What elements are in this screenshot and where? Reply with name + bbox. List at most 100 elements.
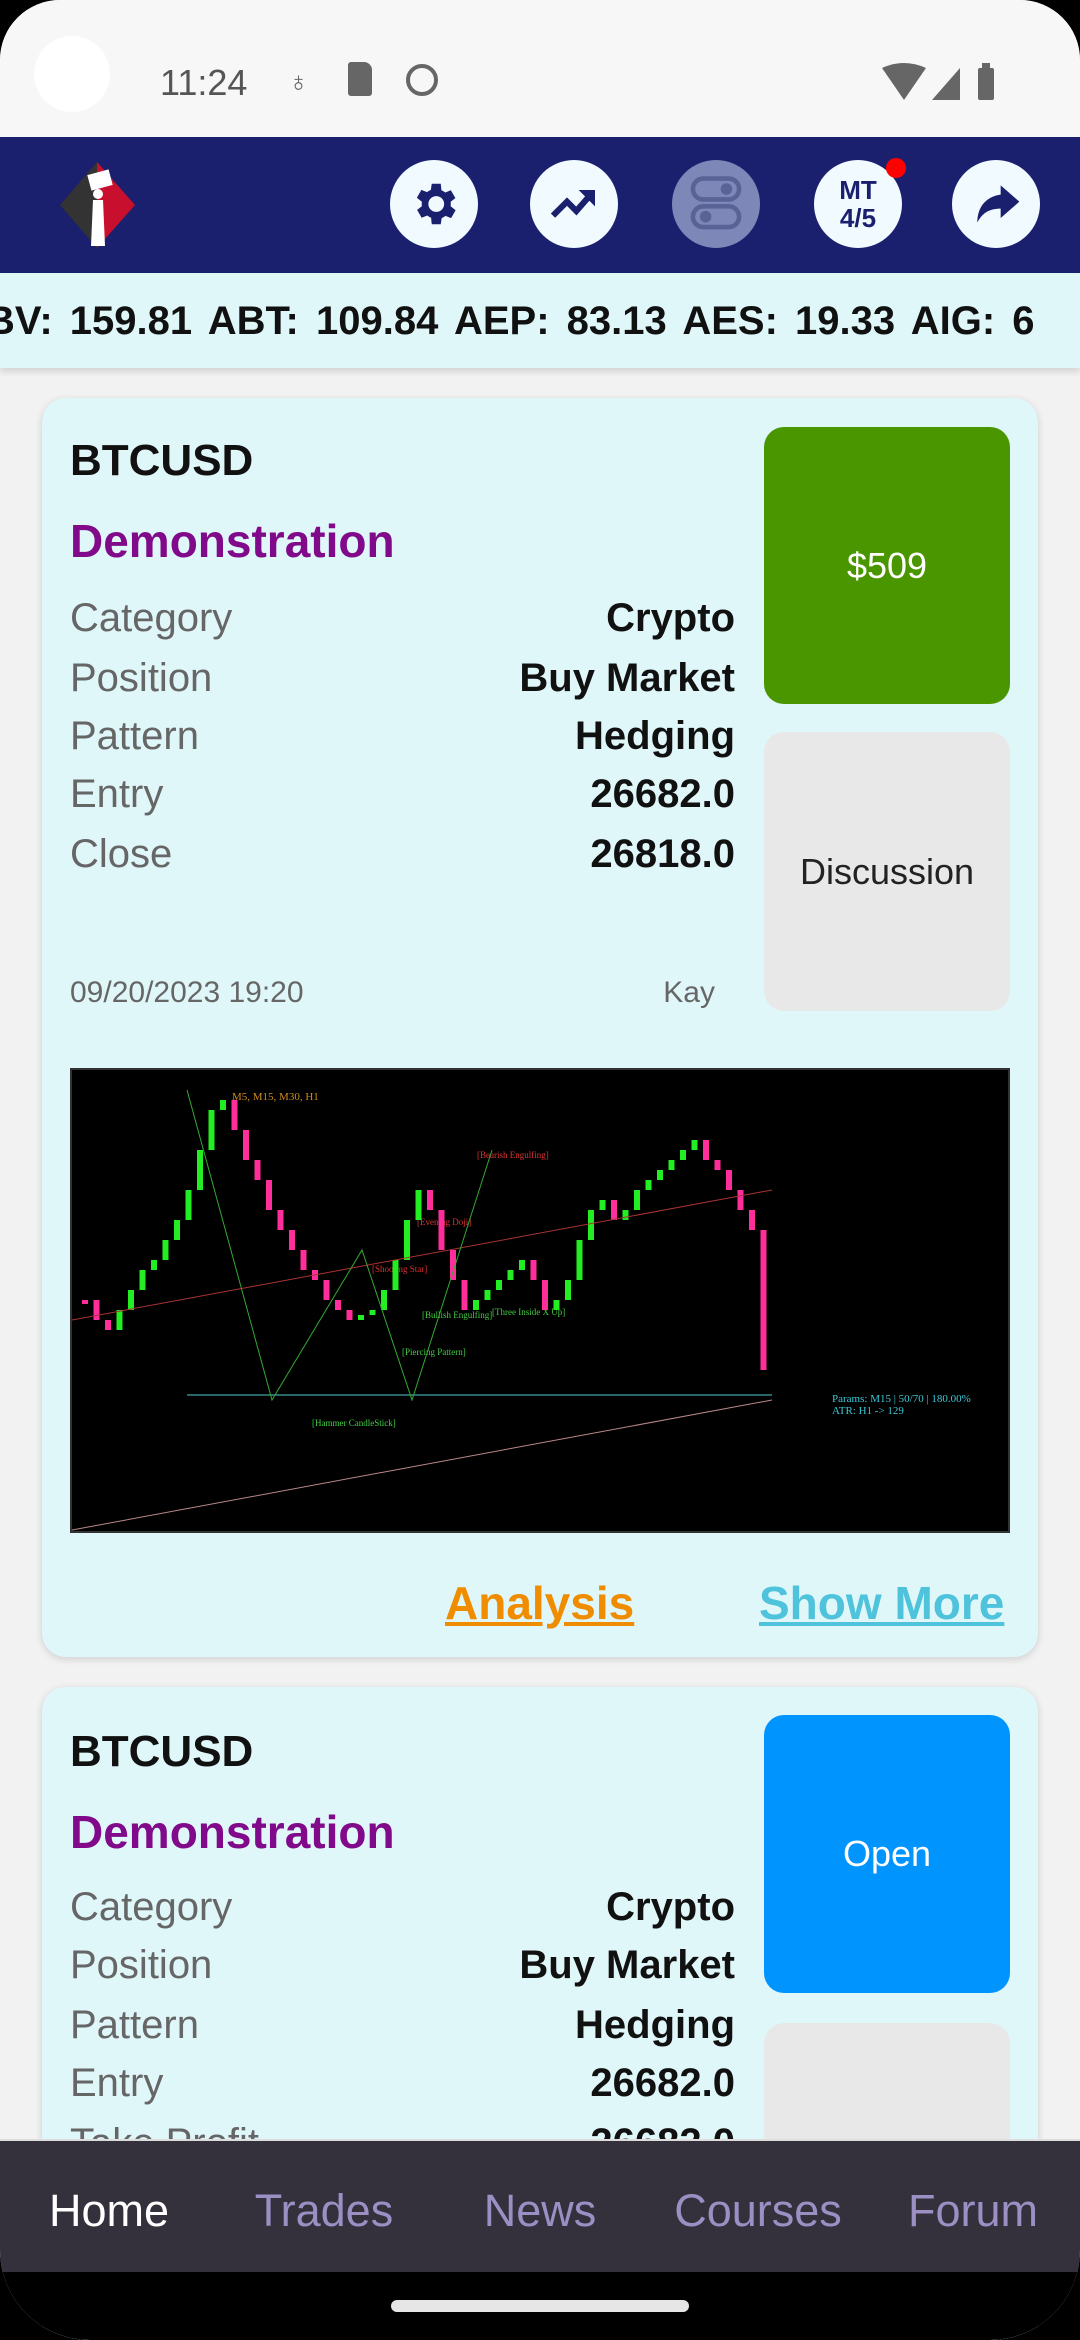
chart-candle <box>553 1300 560 1310</box>
chart-candle <box>530 1260 537 1280</box>
chart-candle <box>496 1280 502 1290</box>
cat-face-icon <box>406 64 438 96</box>
app-logo[interactable] <box>55 160 140 250</box>
signal-icon <box>932 68 960 100</box>
chart-pattern-label: [Bullish Engulfing] <box>422 1310 492 1320</box>
price-ticker: BV: 159.81 ABT: 109.84 AEP: 83.13 AES: 1… <box>0 273 1080 368</box>
chart-candle <box>277 1210 284 1230</box>
chart-candle <box>197 1150 203 1190</box>
download-icon: ♁ <box>288 66 309 97</box>
chart-candle <box>381 1290 387 1310</box>
show-more-link[interactable]: Show More <box>759 1576 1004 1630</box>
chart-candle <box>668 1160 675 1170</box>
chart-candle <box>105 1320 111 1330</box>
nav-home[interactable]: Home <box>49 2185 169 2237</box>
chart-candle <box>93 1300 100 1320</box>
detail-row-position: Position Buy Market <box>70 656 735 700</box>
chart-candle <box>300 1250 307 1270</box>
chart-timeframes: M5, M15, M30, H1 <box>232 1091 319 1103</box>
chart-candle <box>231 1100 238 1130</box>
chart-params: Params: M15 | 50/70 | 180.00% <box>832 1393 971 1405</box>
chart-candle <box>392 1260 399 1290</box>
chart-candle <box>116 1310 123 1330</box>
analysis-link[interactable]: Analysis <box>445 1576 634 1630</box>
chart-pattern-label: [Shooting Star] <box>372 1264 427 1274</box>
chart-candle <box>266 1180 272 1210</box>
trending-up-icon <box>550 190 595 218</box>
share-button[interactable] <box>952 160 1040 248</box>
chart-candle <box>645 1180 652 1190</box>
notification-dot <box>886 158 906 178</box>
trending-button[interactable] <box>530 160 618 248</box>
chart-candle <box>139 1270 146 1290</box>
mt-platform-button[interactable]: MT 4/5 <box>814 158 906 248</box>
detail-row-position: Position Buy Market <box>70 1943 735 1987</box>
chart-pattern-label: [Hammer CandleStick] <box>312 1418 396 1428</box>
battery-icon <box>978 68 994 100</box>
chart-pattern-label: [Bearish Engulfing] <box>477 1150 549 1160</box>
chart-candle <box>714 1160 721 1170</box>
chart-candle <box>438 1210 445 1250</box>
chart-candle <box>473 1300 479 1310</box>
detail-row-pattern: Pattern Hedging <box>70 714 735 758</box>
chart-candle <box>599 1200 606 1210</box>
chart-candle <box>726 1170 732 1190</box>
trade-title: Demonstration <box>70 1806 395 1858</box>
chart-candle <box>519 1260 525 1270</box>
trade-author: Kay <box>663 976 715 1009</box>
nav-trades[interactable]: Trades <box>255 2185 393 2237</box>
chart-line <box>71 1189 773 1321</box>
share-icon <box>977 185 1020 223</box>
detail-row-pattern: Pattern Hedging <box>70 2003 735 2047</box>
camera-cutout <box>34 36 110 112</box>
chart-candle <box>565 1280 571 1300</box>
chart-atr: ATR: H1 -> 129 <box>832 1405 904 1417</box>
chart-candle <box>369 1310 376 1315</box>
chart-candle <box>484 1290 491 1300</box>
chart-line <box>71 1399 773 1531</box>
chart-candle <box>162 1240 169 1260</box>
chart-candle <box>691 1140 698 1150</box>
chart-candle <box>323 1280 330 1300</box>
chart-candle <box>208 1110 215 1150</box>
toggle-icon <box>690 176 742 230</box>
chart-candle <box>657 1170 663 1180</box>
chart-candle <box>760 1230 767 1370</box>
chart-candle <box>680 1150 686 1160</box>
open-button[interactable]: Open <box>764 1715 1010 1993</box>
nav-forum[interactable]: Forum <box>908 2185 1038 2237</box>
chart-candle <box>185 1190 192 1220</box>
ticker-text: BV: 159.81 ABT: 109.84 AEP: 83.13 AES: 1… <box>0 299 1035 343</box>
chart-candle <box>576 1240 583 1280</box>
chart-candle <box>128 1290 134 1310</box>
home-handle[interactable] <box>391 2300 689 2312</box>
trade-card: BTCUSD Demonstration Category Crypto Posi… <box>42 398 1038 1657</box>
chart-candle <box>289 1230 295 1250</box>
detail-row-entry: Entry 26682.0 <box>70 2061 735 2105</box>
nav-news[interactable]: News <box>484 2185 597 2237</box>
mt-icon: MT 4/5 <box>839 175 877 233</box>
sd-card-icon <box>348 62 372 96</box>
chart-candle <box>703 1140 709 1160</box>
toggle-button[interactable] <box>672 160 760 248</box>
status-bar: 11:24 ♁ <box>0 0 1080 137</box>
detail-row-category: Category Crypto <box>70 1885 735 1929</box>
chart-candle <box>243 1130 249 1160</box>
discussion-button[interactable]: Discussion <box>764 732 1010 1011</box>
chart-candle <box>404 1220 410 1260</box>
chart-candle <box>427 1190 433 1210</box>
chart-candle <box>346 1310 353 1320</box>
profit-button[interactable]: $509 <box>764 427 1010 704</box>
chart-candle <box>749 1210 755 1230</box>
detail-row-entry: Entry 26682.0 <box>70 772 735 816</box>
trade-chart-image[interactable]: M5, M15, M30, H1 Params: M15 | 50/70 | 1… <box>70 1068 1010 1533</box>
chart-candle <box>588 1210 594 1240</box>
bottom-navigation: Home Trades News Courses Forum <box>0 2139 1080 2272</box>
chart-candle <box>507 1270 514 1280</box>
chart-candle <box>542 1280 548 1310</box>
settings-button[interactable] <box>390 160 478 248</box>
status-time: 11:24 <box>160 62 248 103</box>
trade-title: Demonstration <box>70 515 395 567</box>
nav-courses[interactable]: Courses <box>674 2185 842 2237</box>
chart-candle <box>220 1100 226 1110</box>
